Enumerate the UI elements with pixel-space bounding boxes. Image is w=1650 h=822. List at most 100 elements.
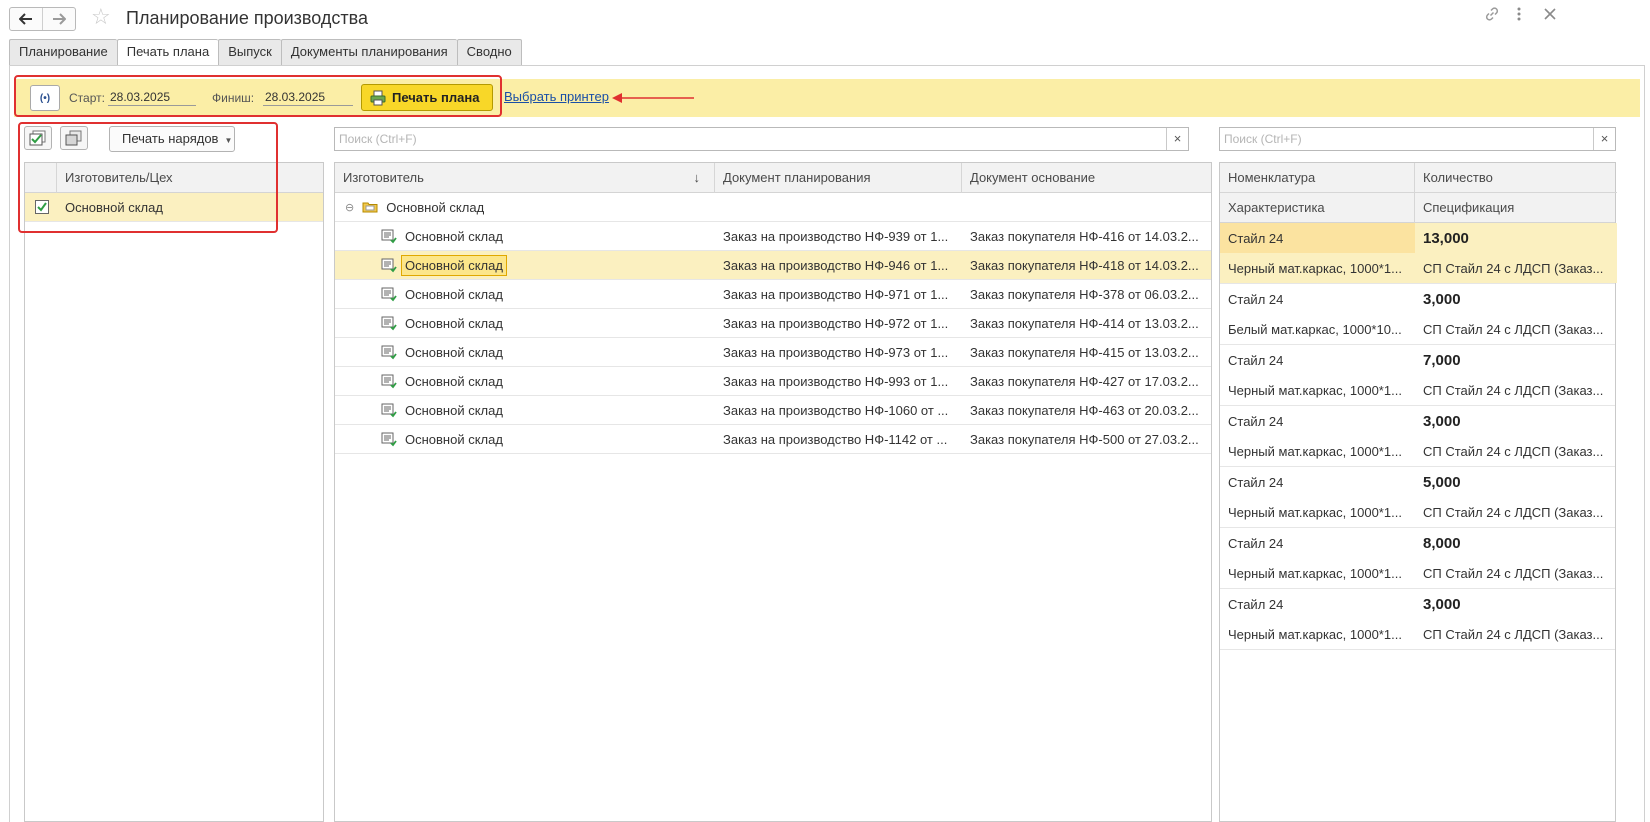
collapse-icon[interactable]: ⊖ <box>345 201 354 214</box>
plan-doc-cell: Заказ на производство НФ-1142 от ... <box>723 431 948 447</box>
characteristic-cell: Белый мат.каркас, 1000*10... <box>1228 321 1402 337</box>
document-row[interactable]: Основной склад Заказ на производство НФ-9… <box>335 309 1211 338</box>
documents-grid: Изготовитель ↓ Документ планирования Док… <box>334 162 1212 822</box>
document-icon <box>381 374 397 389</box>
qty-value: 3,000 <box>1423 290 1461 308</box>
clear-search-icon[interactable]: × <box>1166 128 1188 150</box>
maker-column-header[interactable]: Изготовитель ↓ <box>335 163 715 193</box>
plan-doc-cell: Заказ на производство НФ-972 от 1... <box>723 315 949 331</box>
document-row[interactable]: Основной склад Заказ на производство НФ-1… <box>335 396 1211 425</box>
back-button[interactable] <box>10 8 42 30</box>
middle-search-placeholder: Поиск (Ctrl+F) <box>339 132 417 146</box>
item-cell: Стайл 24 <box>1228 413 1284 429</box>
document-icon <box>381 432 397 447</box>
qty-value: 13,000 <box>1423 229 1469 247</box>
spec-column-header[interactable]: Спецификация <box>1415 193 1617 223</box>
history-nav <box>9 7 76 31</box>
qty-cell: 3,000 <box>1415 284 1617 314</box>
arrow-left-icon <box>19 13 32 25</box>
item-cell: Стайл 24 <box>1228 535 1284 551</box>
maker-cell: Основной склад <box>335 251 715 279</box>
document-icon <box>381 229 397 244</box>
base-doc-cell: Заказ покупателя НФ-418 от 14.03.2... <box>970 257 1199 273</box>
link-icon[interactable] <box>1484 6 1500 28</box>
maker-label: Основной склад <box>405 373 503 389</box>
maker-cell: Основной склад <box>335 222 715 250</box>
maker-cell: Основной склад <box>335 425 715 453</box>
base-doc-cell: Заказ покупателя НФ-463 от 20.03.2... <box>970 402 1199 418</box>
item-column-header[interactable]: Номенклатура <box>1220 163 1415 193</box>
select-printer-link[interactable]: Выбрать принтер <box>504 89 609 105</box>
document-icon <box>381 316 397 331</box>
document-row[interactable]: Основной склад Заказ на производство НФ-9… <box>335 222 1211 251</box>
characteristic-column-header[interactable]: Характеристика <box>1220 193 1415 223</box>
characteristic-cell: Черный мат.каркас, 1000*1... <box>1228 565 1402 581</box>
more-actions-icon[interactable] <box>1516 6 1522 28</box>
sort-desc-icon: ↓ <box>693 170 701 185</box>
close-icon[interactable] <box>1544 6 1556 26</box>
base-doc-column-header[interactable]: Документ основание <box>962 163 1213 193</box>
qty-value: 5,000 <box>1423 473 1461 491</box>
arrow-right-icon <box>53 13 66 25</box>
document-row[interactable]: Основной склад Заказ на производство НФ-9… <box>335 280 1211 309</box>
plan-doc-cell: Заказ на производство НФ-973 от 1... <box>723 344 949 360</box>
right-search-input[interactable]: Поиск (Ctrl+F) × <box>1219 127 1616 151</box>
document-row[interactable]: Основной склад Заказ на производство НФ-1… <box>335 425 1211 454</box>
base-doc-cell: Заказ покупателя НФ-500 от 27.03.2... <box>970 431 1199 447</box>
favorite-star-icon[interactable]: ☆ <box>91 5 111 29</box>
tab-planning[interactable]: Планирование <box>9 39 117 65</box>
maker-cell: Основной склад <box>335 280 715 308</box>
item-row[interactable]: Стайл 24 7,000 Черный мат.каркас, 1000*1..… <box>1220 345 1615 406</box>
plan-doc-cell: Заказ на производство НФ-993 от 1... <box>723 373 949 389</box>
plan-doc-cell: Заказ на производство НФ-971 от 1... <box>723 286 949 302</box>
item-row[interactable]: Стайл 24 5,000 Черный мат.каркас, 1000*1..… <box>1220 467 1615 528</box>
maker-cell: Основной склад <box>335 338 715 366</box>
qty-cell: 3,000 <box>1415 589 1617 619</box>
middle-search-input[interactable]: Поиск (Ctrl+F) × <box>334 127 1189 151</box>
spec-cell: СП Стайл 24 с ЛДСП (Заказ... <box>1423 443 1604 459</box>
folder-icon <box>362 202 378 213</box>
document-row[interactable]: Основной склад Заказ на производство НФ-9… <box>335 338 1211 367</box>
annotation-box-toolbar <box>14 75 502 117</box>
maker-column-title: Изготовитель <box>343 170 424 185</box>
spec-cell: СП Стайл 24 с ЛДСП (Заказ... <box>1423 504 1604 520</box>
plan-doc-cell: Заказ на производство НФ-1060 от ... <box>723 402 949 418</box>
maker-cell: Основной склад <box>335 396 715 424</box>
spec-cell: СП Стайл 24 с ЛДСП (Заказ... <box>1423 382 1604 398</box>
plan-doc-column-header[interactable]: Документ планирования <box>715 163 962 193</box>
characteristic-cell: Черный мат.каркас, 1000*1... <box>1228 443 1402 459</box>
right-search-placeholder: Поиск (Ctrl+F) <box>1224 132 1302 146</box>
document-row[interactable]: Основной склад Заказ на производство НФ-9… <box>335 367 1211 396</box>
maker-label: Основной склад <box>405 402 503 418</box>
characteristic-cell: Черный мат.каркас, 1000*1... <box>1220 253 1415 283</box>
maker-label: Основной склад <box>405 431 503 447</box>
item-row[interactable]: Стайл 24 3,000 Белый мат.каркас, 1000*10..… <box>1220 284 1615 345</box>
qty-value: 3,000 <box>1423 412 1461 430</box>
qty-cell: 8,000 <box>1415 528 1617 558</box>
maker-label: Основной склад <box>405 344 503 360</box>
forward-button[interactable] <box>42 8 75 30</box>
tab-planning-documents[interactable]: Документы планирования <box>280 39 457 65</box>
item-row[interactable]: Стайл 24 13,000 Черный мат.каркас, 1000*1.… <box>1220 223 1617 284</box>
tab-bar: Планирование Печать плана Выпуск Докумен… <box>9 39 522 66</box>
group-cell: ⊖ Основной склад <box>335 193 715 221</box>
item-row[interactable]: Стайл 24 3,000 Черный мат.каркас, 1000*1..… <box>1220 406 1615 467</box>
qty-cell: 13,000 <box>1415 223 1617 253</box>
item-row[interactable]: Стайл 24 3,000 Черный мат.каркас, 1000*1..… <box>1220 589 1615 650</box>
item-cell: Стайл 24 <box>1228 291 1284 307</box>
items-grid-header: Номенклатура Количество Характеристика С… <box>1220 163 1617 223</box>
plan-doc-cell: Заказ на производство НФ-946 от 1... <box>723 257 949 273</box>
annotation-arrow <box>612 93 694 103</box>
clear-search-icon[interactable]: × <box>1593 128 1615 150</box>
base-doc-cell: Заказ покупателя НФ-427 от 17.03.2... <box>970 373 1199 389</box>
tab-output[interactable]: Выпуск <box>218 39 281 65</box>
tab-print-plan[interactable]: Печать плана <box>116 39 219 66</box>
tab-summary[interactable]: Сводно <box>456 39 522 65</box>
item-row[interactable]: Стайл 24 8,000 Черный мат.каркас, 1000*1..… <box>1220 528 1615 589</box>
spec-cell: СП Стайл 24 с ЛДСП (Заказ... <box>1423 321 1604 337</box>
maker-label: Основной склад <box>405 228 503 244</box>
group-row[interactable]: ⊖ Основной склад <box>335 193 1211 222</box>
item-cell: Стайл 24 <box>1220 223 1415 253</box>
qty-column-header[interactable]: Количество <box>1415 163 1617 193</box>
document-row[interactable]: Основной склад Заказ на производство НФ-9… <box>335 251 1211 280</box>
